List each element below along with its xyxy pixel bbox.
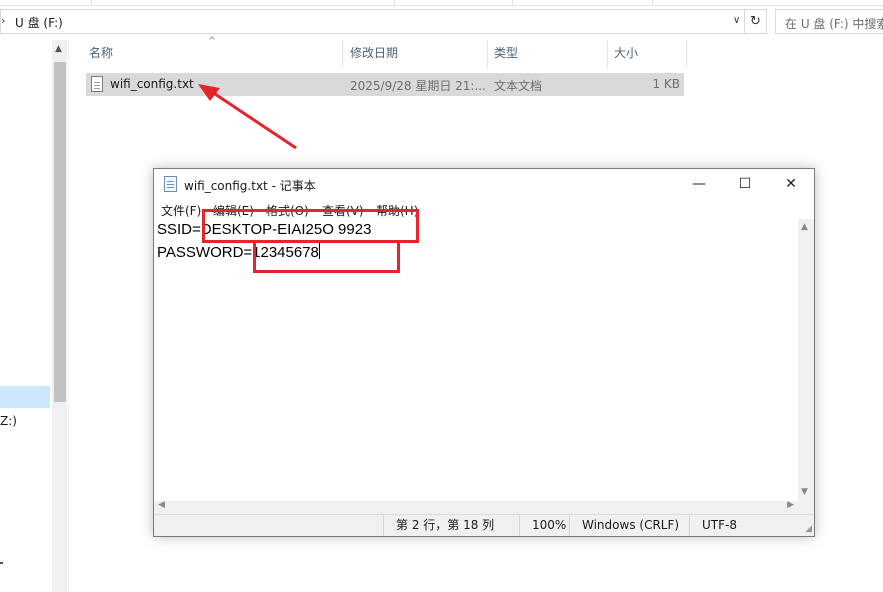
arrow-shaft [211,90,297,150]
arrow-head [198,84,220,101]
annotation-arrow [198,84,297,150]
